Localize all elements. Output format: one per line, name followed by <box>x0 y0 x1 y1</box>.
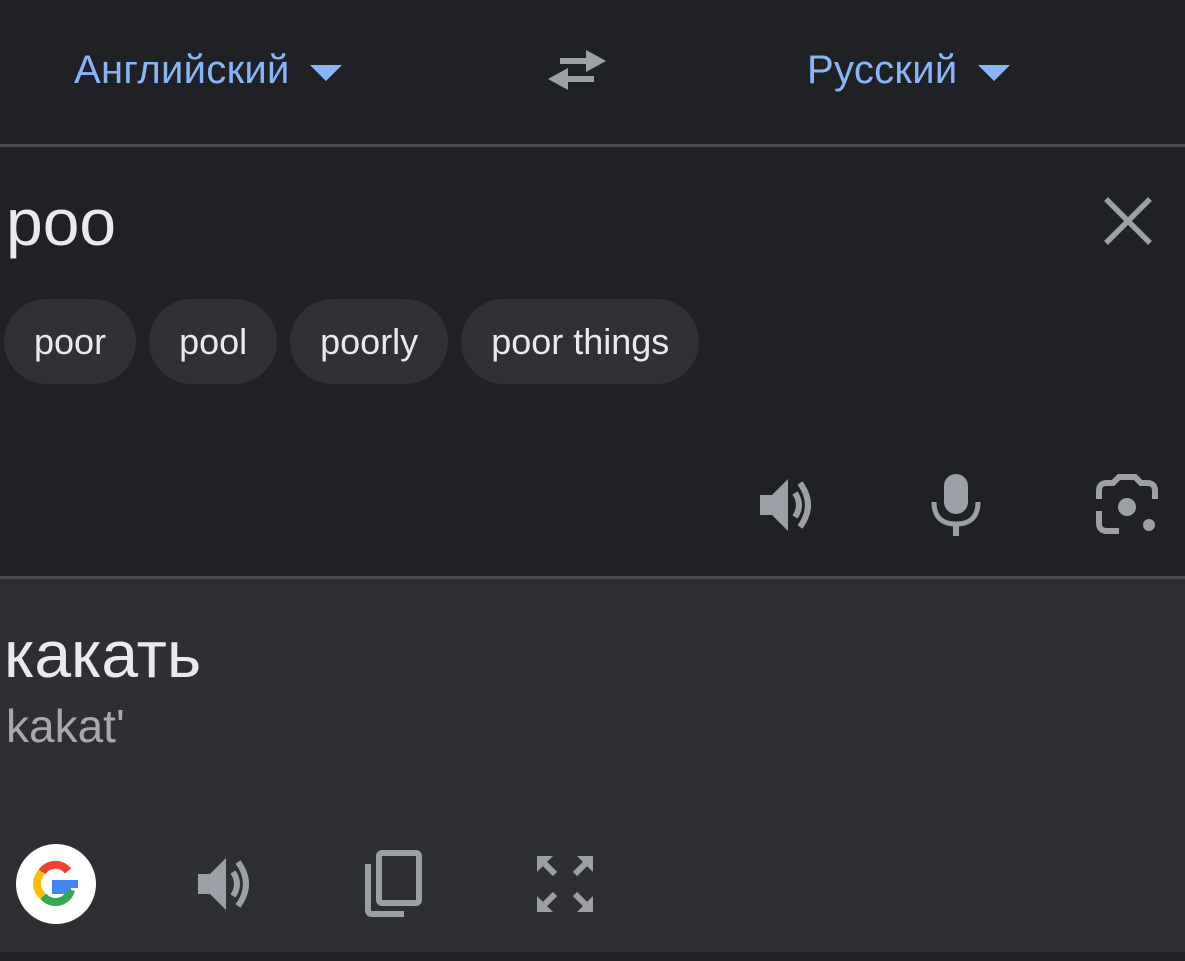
voice-input-button[interactable] <box>921 469 991 541</box>
target-language-label: Русский <box>807 47 958 92</box>
clear-button[interactable] <box>1096 189 1160 253</box>
suggestion-chip[interactable]: poor things <box>461 299 700 384</box>
source-language-selector[interactable]: Английский <box>74 38 342 102</box>
google-logo[interactable] <box>16 844 96 924</box>
copy-icon <box>365 850 422 917</box>
suggestion-chip[interactable]: pool <box>149 299 278 384</box>
copy-translation-button[interactable] <box>353 844 433 924</box>
fullscreen-icon <box>537 856 593 912</box>
speaker-icon <box>198 858 249 910</box>
dropdown-arrow-icon <box>309 65 342 81</box>
suggestion-chip[interactable]: poorly <box>290 299 449 384</box>
listen-translation-button[interactable] <box>184 844 264 924</box>
translate-app: Английский Русский poo poor pool poorly … <box>0 0 1185 961</box>
target-language-selector[interactable]: Русский <box>807 38 1010 102</box>
suggestion-chip[interactable]: poor <box>4 299 137 384</box>
transliteration-text: kakat' <box>6 700 125 752</box>
swap-languages-button[interactable] <box>544 40 610 100</box>
speaker-icon <box>760 479 811 531</box>
fullscreen-button[interactable] <box>525 844 605 924</box>
google-g-icon <box>33 860 78 906</box>
camera-lens-icon <box>1096 474 1158 534</box>
source-text[interactable]: poo <box>6 189 116 255</box>
bottom-strip <box>0 952 1185 961</box>
swap-arrows-icon <box>548 50 606 90</box>
dropdown-arrow-icon <box>977 65 1010 81</box>
translation-output-area: какать kakat' <box>0 579 1185 952</box>
microphone-icon <box>931 474 981 536</box>
close-icon <box>1104 197 1152 245</box>
translation-text: какать <box>4 617 202 691</box>
language-bar: Английский Русский <box>0 0 1185 144</box>
suggestion-chips: poor pool poorly poor things <box>4 299 700 384</box>
source-input-area[interactable]: poo poor pool poorly poor things <box>0 147 1185 576</box>
source-language-label: Английский <box>74 47 290 92</box>
camera-translate-button[interactable] <box>1092 469 1162 541</box>
listen-source-button[interactable] <box>751 469 821 541</box>
